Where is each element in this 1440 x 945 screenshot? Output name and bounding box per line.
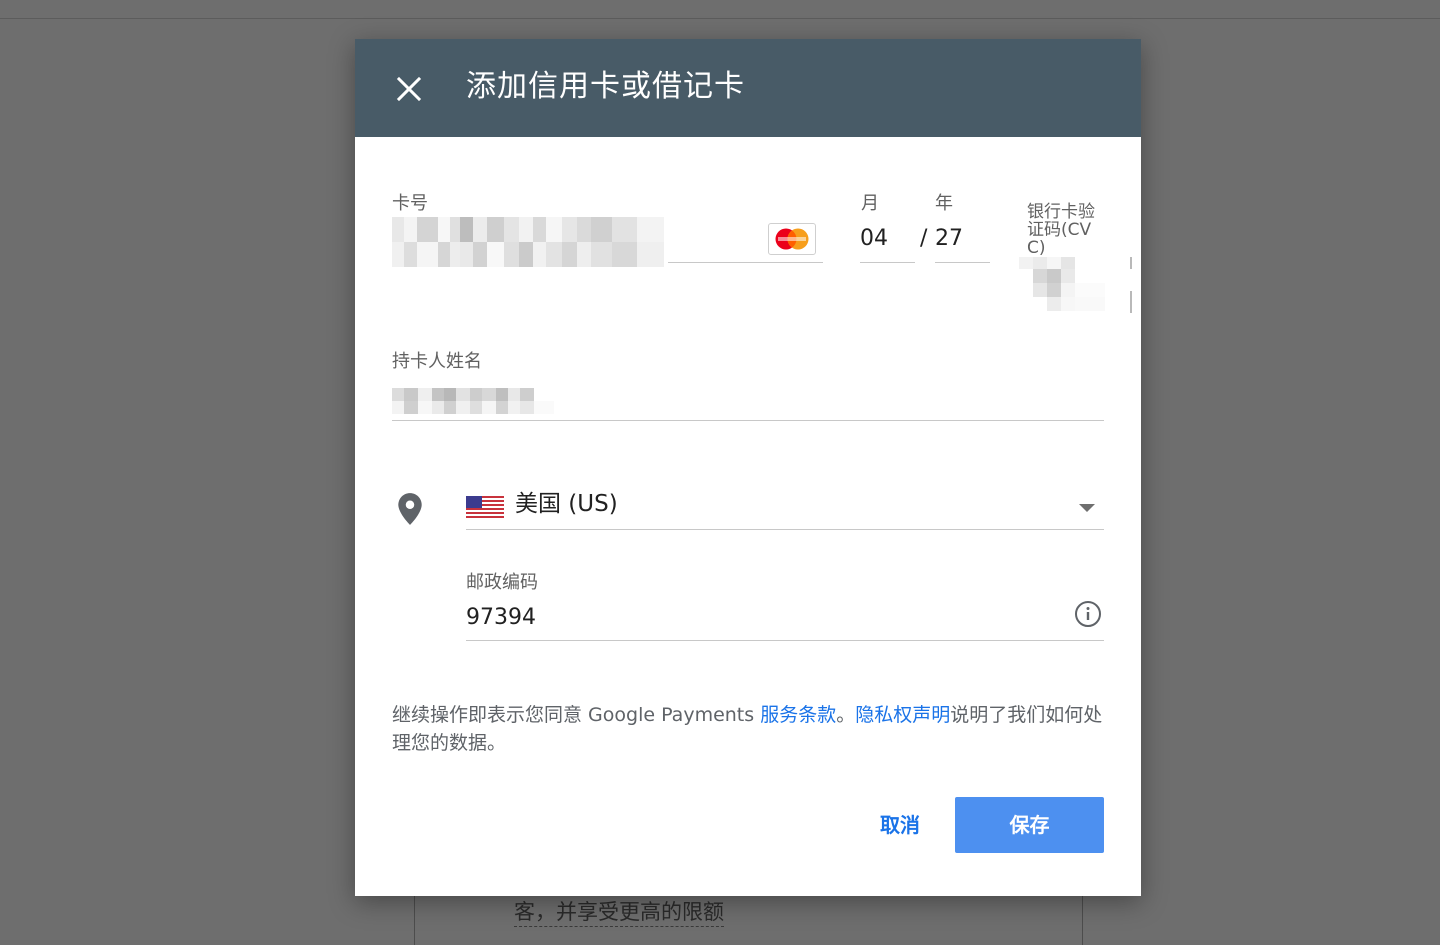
- close-button[interactable]: [389, 69, 429, 109]
- postal-code-label: 邮政编码: [466, 572, 538, 593]
- cvc-field[interactable]: [1019, 257, 1105, 311]
- year-underline: [935, 262, 990, 263]
- info-icon[interactable]: [1074, 600, 1102, 628]
- privacy-policy-link[interactable]: 隐私权声明: [855, 704, 950, 726]
- year-label: 年: [935, 193, 953, 214]
- expiry-separator: /: [920, 226, 928, 251]
- cardholder-underline: [392, 420, 1104, 421]
- cardholder-label: 持卡人姓名: [392, 351, 482, 372]
- card-number-label: 卡号: [392, 193, 428, 214]
- save-button[interactable]: 保存: [955, 797, 1104, 853]
- month-underline: [860, 262, 915, 263]
- year-input[interactable]: 27: [935, 225, 963, 253]
- dialog-title: 添加信用卡或借记卡: [466, 69, 745, 104]
- dialog-header: 添加信用卡或借记卡: [355, 39, 1141, 137]
- cancel-button[interactable]: 取消: [860, 797, 940, 853]
- postal-code-underline: [466, 640, 1104, 641]
- add-card-dialog: 添加信用卡或借记卡 卡号 月 04 年 / 27 银行卡验证码(CVC) 持卡人…: [355, 39, 1141, 896]
- card-number-field[interactable]: [392, 217, 664, 267]
- cvc-label: 银行卡验证码(CVC): [1027, 202, 1095, 258]
- country-select[interactable]: 美国 (US): [515, 488, 618, 520]
- location-pin-icon: [398, 493, 422, 525]
- consent-prefix: 继续操作即表示您同意 Google Payments: [392, 704, 761, 726]
- terms-of-service-link[interactable]: 服务条款: [760, 704, 836, 726]
- cardholder-field[interactable]: [392, 388, 554, 414]
- card-brand-badge: [768, 223, 816, 255]
- background-text: 客，并享受更高的限额: [514, 898, 724, 927]
- consent-mid: 。: [836, 704, 856, 726]
- us-flag-icon: [466, 496, 504, 518]
- chevron-down-icon[interactable]: [1079, 504, 1095, 512]
- top-divider: [0, 18, 1440, 19]
- cvc-scrollbar[interactable]: [1130, 291, 1132, 313]
- country-underline: [466, 529, 1104, 530]
- card-number-underline: [668, 262, 823, 263]
- close-icon: [396, 76, 422, 102]
- mastercard-icon: [775, 228, 809, 250]
- month-label: 月: [861, 193, 879, 214]
- consent-text: 继续操作即表示您同意 Google Payments 服务条款。隐私权声明说明了…: [392, 701, 1107, 757]
- postal-code-input[interactable]: 97394: [466, 604, 536, 632]
- cvc-scrollbar-top: [1130, 257, 1132, 269]
- month-input[interactable]: 04: [860, 225, 888, 253]
